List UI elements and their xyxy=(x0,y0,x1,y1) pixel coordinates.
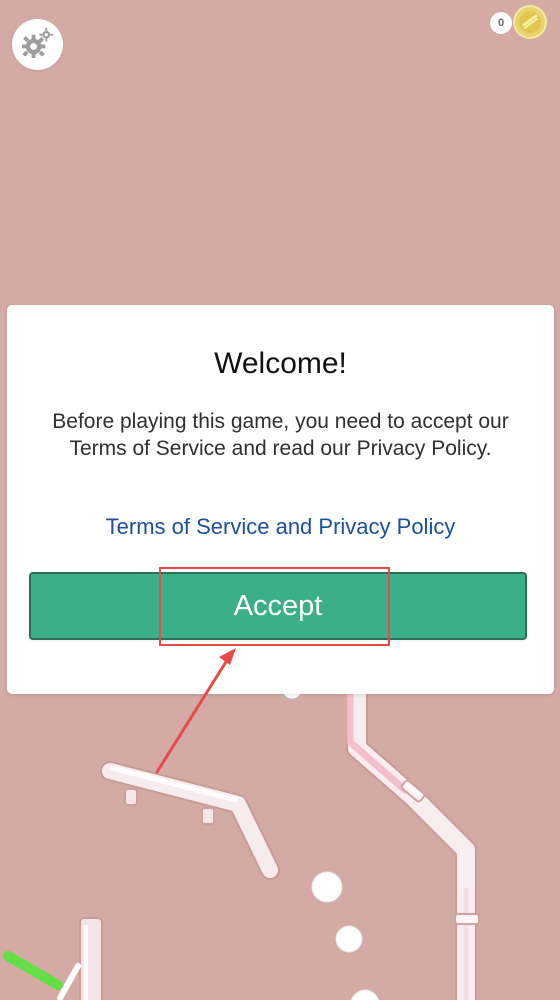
welcome-dialog: Welcome! Before playing this game, you n… xyxy=(7,305,554,694)
terms-privacy-link[interactable]: Terms of Service and Privacy Policy xyxy=(7,512,554,542)
left-vertical-pipe xyxy=(79,917,103,1000)
counter-value: 0 xyxy=(490,12,512,34)
accept-button[interactable]: Accept xyxy=(29,572,527,640)
left-bent-pipe xyxy=(100,761,280,880)
ball-counter: 0 xyxy=(490,12,512,34)
green-stick xyxy=(3,951,81,1000)
right-bent-pipe xyxy=(346,682,477,1000)
settings-button[interactable] xyxy=(12,19,63,70)
coin-icon xyxy=(513,5,547,39)
gear-icon xyxy=(21,27,54,59)
dialog-title: Welcome! xyxy=(214,347,347,380)
dialog-message: Before playing this game, you need to ac… xyxy=(52,410,509,460)
